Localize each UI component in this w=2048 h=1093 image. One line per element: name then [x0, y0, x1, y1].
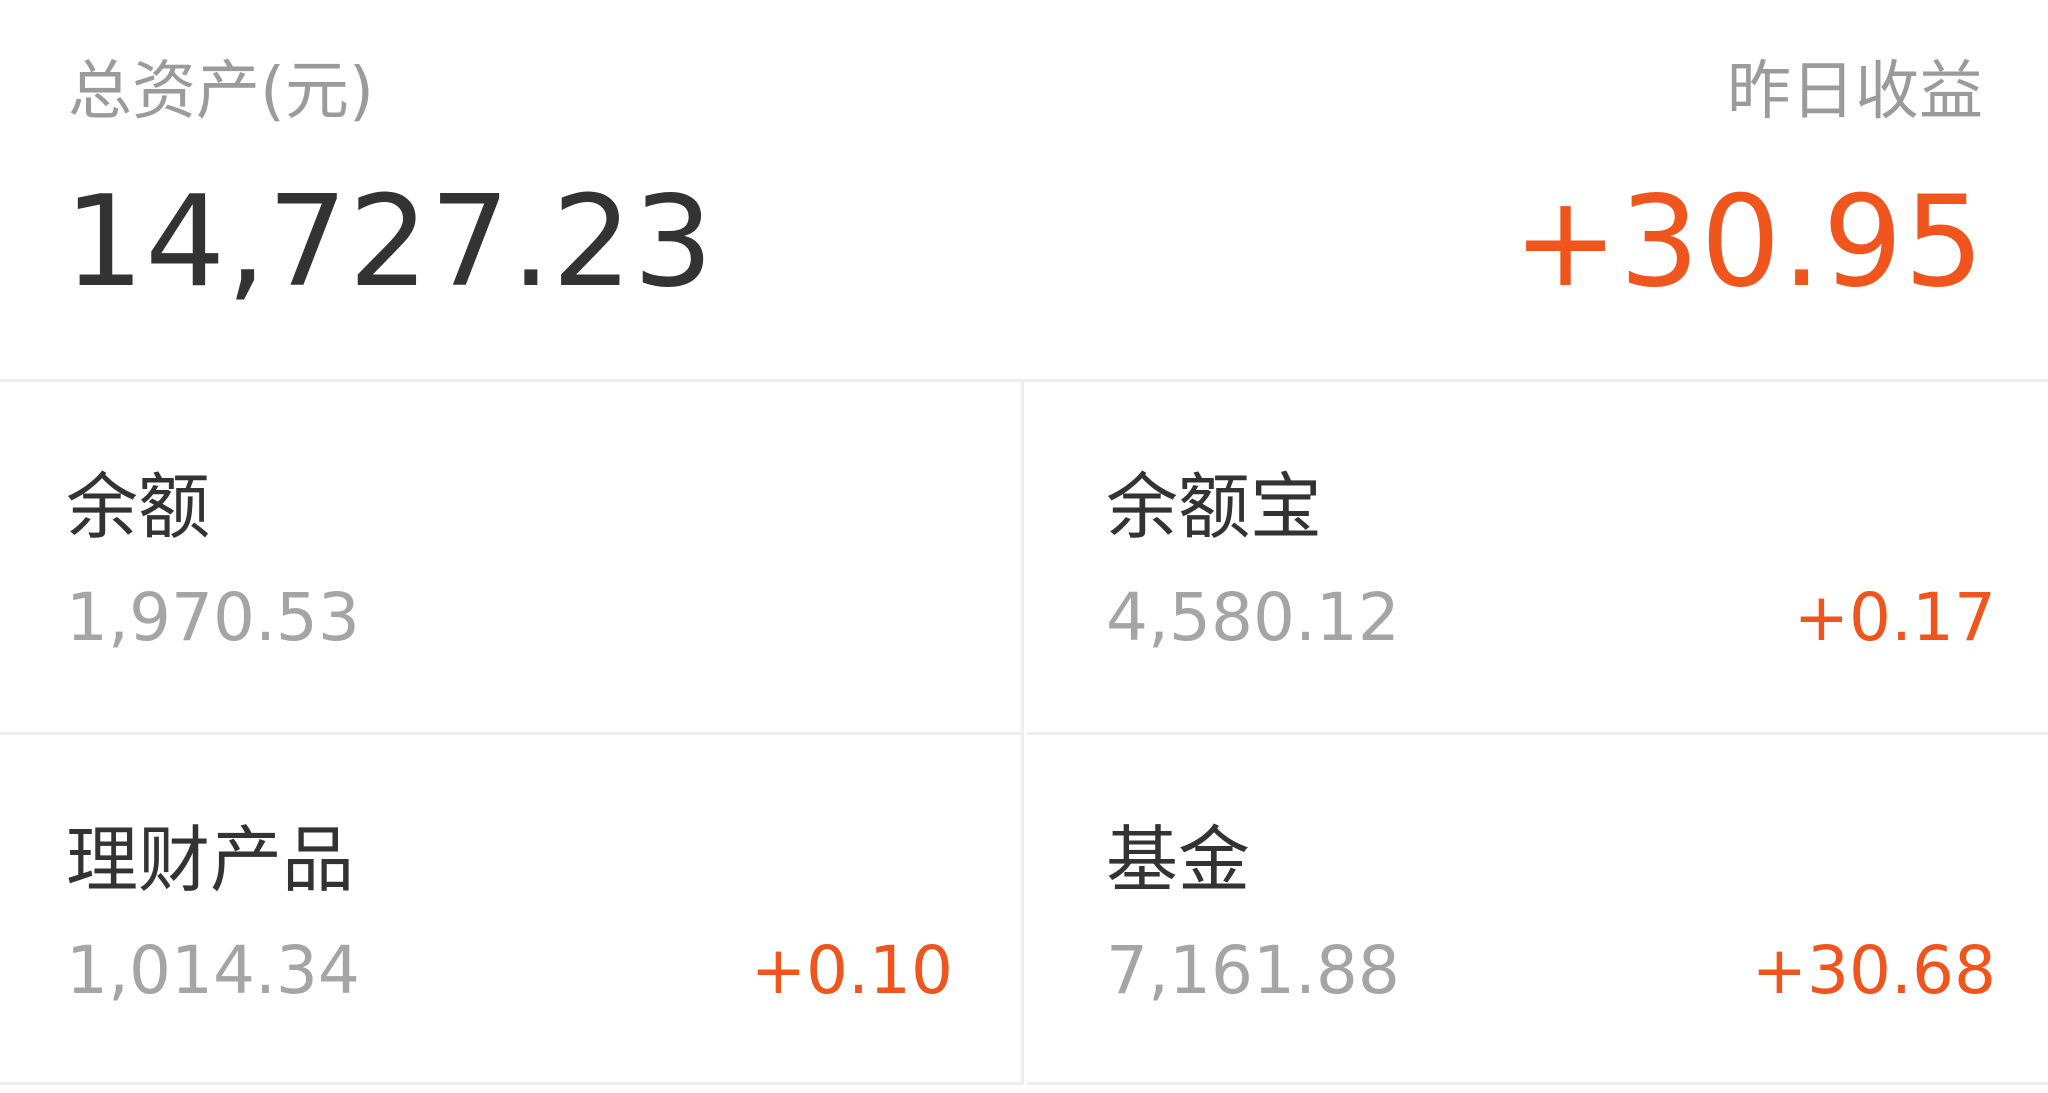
asset-summary: 总资产(元) 14,727.23 昨日收益 +30.95: [0, 0, 2048, 382]
account-amount: 1,970.53: [66, 579, 360, 656]
account-yield: +30.68: [1751, 932, 1996, 1009]
account-name: 余额: [66, 465, 211, 549]
account-funds[interactable]: 基金 7,161.88 +30.68: [1027, 735, 2048, 1085]
account-yield: +0.10: [750, 932, 953, 1009]
account-amount: 4,580.12: [1106, 579, 1400, 656]
account-wealth-products[interactable]: 理财产品 1,014.34 +0.10: [0, 735, 1024, 1085]
account-yield: +0.17: [1793, 579, 1996, 656]
account-name: 理财产品: [66, 818, 355, 902]
account-name: 余额宝: [1106, 465, 1323, 549]
account-grid: 余额 1,970.53 余额宝 4,580.12 +0.17 理财产品 1,01…: [0, 382, 2048, 1093]
total-assets-label: 总资产(元): [68, 55, 374, 129]
account-balance[interactable]: 余额 1,970.53: [0, 382, 1024, 735]
account-yuebao[interactable]: 余额宝 4,580.12 +0.17: [1027, 382, 2048, 735]
account-amount: 1,014.34: [66, 932, 360, 1009]
account-amount: 7,161.88: [1106, 932, 1400, 1009]
yesterday-earnings-value[interactable]: +30.95: [1513, 172, 1985, 312]
total-assets-value[interactable]: 14,727.23: [64, 172, 714, 312]
account-name: 基金: [1106, 818, 1251, 902]
yesterday-earnings-label: 昨日收益: [1727, 55, 1983, 129]
